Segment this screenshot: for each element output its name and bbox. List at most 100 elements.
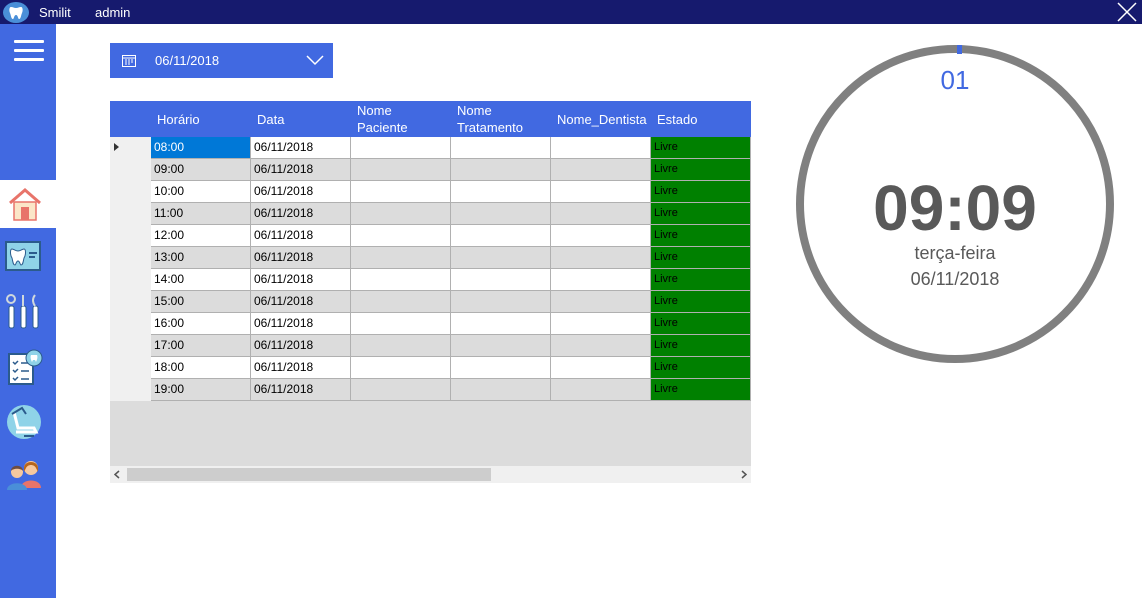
cell-horario[interactable]: 14:00 (151, 269, 251, 291)
cell-nome-tratamento[interactable] (451, 379, 551, 401)
cell-nome-paciente[interactable] (351, 203, 451, 225)
cell-horario[interactable]: 12:00 (151, 225, 251, 247)
cell-estado[interactable]: Livre (651, 203, 751, 225)
table-row[interactable]: 15:00 06/11/2018 Livre (151, 291, 751, 313)
cell-nome-paciente[interactable] (351, 335, 451, 357)
cell-horario[interactable]: 13:00 (151, 247, 251, 269)
cell-horario[interactable]: 19:00 (151, 379, 251, 401)
column-header-nome-paciente[interactable]: Nome Paciente (351, 101, 451, 137)
cell-nome-tratamento[interactable] (451, 269, 551, 291)
cell-nome-tratamento[interactable] (451, 247, 551, 269)
row-header-column[interactable] (110, 137, 151, 401)
cell-estado[interactable]: Livre (651, 379, 751, 401)
cell-nome-paciente[interactable] (351, 181, 451, 203)
cell-nome-paciente[interactable] (351, 379, 451, 401)
column-header-estado[interactable]: Estado (651, 101, 751, 137)
cell-estado[interactable]: Livre (651, 291, 751, 313)
horizontal-scrollbar[interactable] (110, 466, 751, 483)
cell-nome-dentista[interactable] (551, 379, 651, 401)
column-header-data[interactable]: Data (251, 101, 351, 137)
table-row[interactable]: 14:00 06/11/2018 Livre (151, 269, 751, 291)
cell-data[interactable]: 06/11/2018 (251, 269, 351, 291)
cell-nome-tratamento[interactable] (451, 181, 551, 203)
cell-data[interactable]: 06/11/2018 (251, 181, 351, 203)
cell-estado[interactable]: Livre (651, 269, 751, 291)
cell-horario[interactable]: 11:00 (151, 203, 251, 225)
hamburger-menu-icon[interactable] (14, 40, 46, 62)
cell-nome-paciente[interactable] (351, 269, 451, 291)
cell-nome-dentista[interactable] (551, 313, 651, 335)
cell-estado[interactable]: Livre (651, 247, 751, 269)
sidebar-item-patients[interactable] (4, 454, 44, 494)
cell-nome-tratamento[interactable] (451, 335, 551, 357)
table-row[interactable]: 17:00 06/11/2018 Livre (151, 335, 751, 357)
table-row[interactable]: 16:00 06/11/2018 Livre (151, 313, 751, 335)
cell-nome-tratamento[interactable] (451, 225, 551, 247)
table-row[interactable]: 19:00 06/11/2018 Livre (151, 379, 751, 401)
cell-nome-paciente[interactable] (351, 137, 451, 159)
cell-horario[interactable]: 09:00 (151, 159, 251, 181)
cell-estado[interactable]: Livre (651, 137, 751, 159)
table-row[interactable]: 09:00 06/11/2018 Livre (151, 159, 751, 181)
cell-nome-dentista[interactable] (551, 269, 651, 291)
cell-nome-dentista[interactable] (551, 203, 651, 225)
sidebar-item-home[interactable] (0, 182, 56, 228)
sidebar-item-tools[interactable] (4, 292, 44, 332)
cell-estado[interactable]: Livre (651, 335, 751, 357)
cell-estado[interactable]: Livre (651, 225, 751, 247)
cell-horario[interactable]: 16:00 (151, 313, 251, 335)
cell-estado[interactable]: Livre (651, 181, 751, 203)
scrollbar-thumb[interactable] (127, 468, 491, 481)
cell-nome-dentista[interactable] (551, 159, 651, 181)
table-row[interactable]: 12:00 06/11/2018 Livre (151, 225, 751, 247)
cell-nome-paciente[interactable] (351, 357, 451, 379)
cell-data[interactable]: 06/11/2018 (251, 291, 351, 313)
cell-estado[interactable]: Livre (651, 357, 751, 379)
cell-data[interactable]: 06/11/2018 (251, 313, 351, 335)
cell-nome-dentista[interactable] (551, 247, 651, 269)
column-header-horario[interactable]: Horário (151, 101, 251, 137)
cell-horario[interactable]: 08:00 (151, 137, 251, 159)
column-header-nome-tratamento[interactable]: Nome Tratamento (451, 101, 551, 137)
column-header-nome-dentista[interactable]: Nome_Dentista (551, 101, 651, 137)
sidebar-item-xray[interactable] (4, 240, 44, 280)
cell-nome-dentista[interactable] (551, 335, 651, 357)
cell-nome-tratamento[interactable] (451, 203, 551, 225)
cell-nome-paciente[interactable] (351, 313, 451, 335)
cell-estado[interactable]: Livre (651, 313, 751, 335)
cell-data[interactable]: 06/11/2018 (251, 379, 351, 401)
cell-nome-tratamento[interactable] (451, 291, 551, 313)
cell-nome-dentista[interactable] (551, 181, 651, 203)
cell-estado[interactable]: Livre (651, 159, 751, 181)
cell-nome-dentista[interactable] (551, 291, 651, 313)
table-row[interactable]: 18:00 06/11/2018 Livre (151, 357, 751, 379)
cell-nome-tratamento[interactable] (451, 357, 551, 379)
sidebar-item-records[interactable] (4, 348, 44, 388)
cell-nome-paciente[interactable] (351, 291, 451, 313)
date-picker[interactable]: 06/11/2018 (110, 43, 333, 78)
cell-nome-paciente[interactable] (351, 247, 451, 269)
table-row[interactable]: 11:00 06/11/2018 Livre (151, 203, 751, 225)
cell-data[interactable]: 06/11/2018 (251, 247, 351, 269)
cell-data[interactable]: 06/11/2018 (251, 357, 351, 379)
cell-horario[interactable]: 10:00 (151, 181, 251, 203)
scroll-right-icon[interactable] (741, 470, 747, 479)
close-icon[interactable] (1116, 1, 1138, 23)
table-row[interactable]: 10:00 06/11/2018 Livre (151, 181, 751, 203)
cell-data[interactable]: 06/11/2018 (251, 225, 351, 247)
cell-nome-tratamento[interactable] (451, 159, 551, 181)
cell-data[interactable]: 06/11/2018 (251, 335, 351, 357)
cell-nome-dentista[interactable] (551, 225, 651, 247)
cell-nome-paciente[interactable] (351, 159, 451, 181)
table-row[interactable]: 13:00 06/11/2018 Livre (151, 247, 751, 269)
cell-data[interactable]: 06/11/2018 (251, 159, 351, 181)
cell-data[interactable]: 06/11/2018 (251, 203, 351, 225)
cell-nome-dentista[interactable] (551, 137, 651, 159)
cell-horario[interactable]: 15:00 (151, 291, 251, 313)
cell-nome-dentista[interactable] (551, 357, 651, 379)
cell-nome-tratamento[interactable] (451, 137, 551, 159)
cell-nome-tratamento[interactable] (451, 313, 551, 335)
scroll-left-icon[interactable] (114, 470, 120, 479)
cell-horario[interactable]: 17:00 (151, 335, 251, 357)
sidebar-item-chair[interactable] (4, 402, 44, 442)
